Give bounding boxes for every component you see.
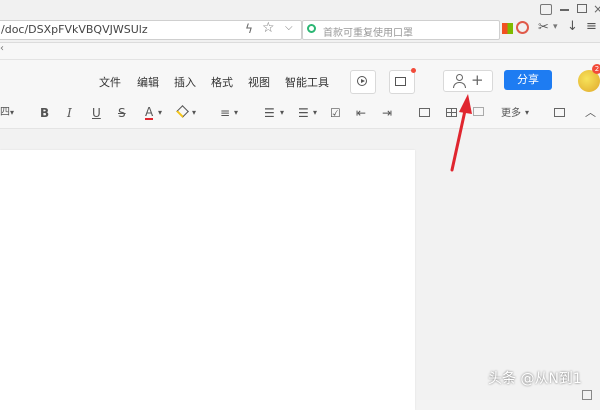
minimize-icon[interactable] [560,9,569,11]
font-color-button[interactable]: A [145,106,154,120]
indent-increase-icon[interactable]: ⇥ [382,106,392,120]
bookmark-bar: ‹ [0,43,600,60]
menu-smart-tools[interactable]: 智能工具 [285,74,329,90]
watermark: 头条 @从N到1 [488,371,582,387]
avatar-badge: 2 [592,64,600,74]
align-icon[interactable]: ≡ [220,106,230,120]
user-body-icon [453,82,466,88]
play-button[interactable] [350,70,376,94]
chevron-down-icon[interactable]: ▾ [192,106,196,120]
skin-icon[interactable] [540,4,552,15]
chevron-down-icon[interactable]: ⌵ [285,22,293,33]
apps-icon[interactable] [502,23,513,34]
url-field[interactable]: /doc/DSXpFVkVBQVJWSUlz ϟ ☆ ⌵ [0,20,302,40]
notification-dot [411,68,416,73]
collapse-icon[interactable]: ︿ [585,106,596,120]
close-icon[interactable]: × [593,2,600,16]
browser-title-bar: × [0,0,600,18]
strikethrough-button[interactable]: S [118,106,126,120]
numbered-list-icon[interactable]: ☰ [298,106,309,120]
media-icon[interactable] [516,21,529,34]
more-button[interactable]: 更多 [501,107,521,121]
restore-icon[interactable] [577,4,587,13]
star-icon[interactable]: ☆ [262,20,275,36]
italic-button[interactable]: I [67,106,72,120]
menu-insert[interactable]: 插入 [174,74,196,90]
add-collaborator-button[interactable]: + [443,70,493,92]
download-icon[interactable]: ↓ [567,19,578,34]
menu-file[interactable]: 文件 [99,74,121,90]
present-button[interactable] [389,68,416,94]
chevron-down-icon[interactable]: ▾ [280,106,284,120]
search-field[interactable]: 首款可重复使用口罩 [302,20,500,40]
chevron-down-icon[interactable]: ▾ [525,106,529,120]
present-icon [395,77,406,86]
plus-icon: + [471,71,484,89]
lightning-icon[interactable]: ϟ [245,22,253,36]
scissors-icon[interactable]: ✂ [538,20,549,35]
checkbox-icon[interactable]: ☑ [330,106,341,120]
chevron-down-icon[interactable]: ▾ [234,106,238,120]
search-engine-icon [307,24,316,33]
document-page[interactable] [0,150,415,410]
chevron-down-icon[interactable]: ▾ [10,106,14,120]
bold-button[interactable]: B [40,106,49,120]
chevron-left-icon[interactable]: ‹ [0,43,4,54]
search-placeholder: 首款可重复使用口罩 [323,28,413,39]
menu-view[interactable]: 视图 [248,74,270,90]
menu-format[interactable]: 格式 [211,74,233,90]
url-text: /doc/DSXpFVkVBQVJWSUlz [1,23,148,36]
font-size-select[interactable]: 四 [0,106,10,120]
underline-button[interactable]: U [92,106,101,120]
menu-edit[interactable]: 编辑 [137,74,159,90]
chevron-down-icon[interactable]: ▾ [553,22,558,32]
annotation-arrow [450,94,472,172]
user-icon [456,74,463,81]
indent-decrease-icon[interactable]: ⇤ [356,106,366,120]
image-icon[interactable] [419,108,430,117]
chevron-down-icon[interactable]: ▾ [158,106,162,120]
bullet-list-icon[interactable]: ☰ [264,106,275,120]
comment-panel-icon[interactable] [554,108,565,117]
play-triangle-icon [361,79,365,83]
share-button[interactable]: 分享 [504,70,552,90]
sidebar-toggle-icon[interactable] [582,390,592,400]
address-bar: /doc/DSXpFVkVBQVJWSUlz ϟ ☆ ⌵ 首款可重复使用口罩 ✂… [0,18,600,43]
chevron-down-icon[interactable]: ▾ [313,106,317,120]
menu-icon[interactable]: ≡ [586,19,597,34]
